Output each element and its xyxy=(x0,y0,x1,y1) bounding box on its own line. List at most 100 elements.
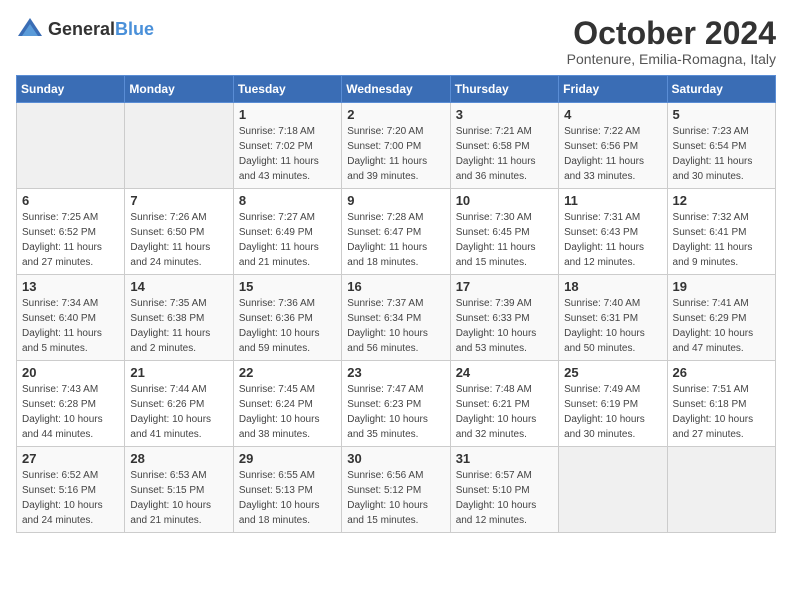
calendar-cell: 8 Sunrise: 7:27 AMSunset: 6:49 PMDaylight… xyxy=(233,189,341,275)
day-number: 11 xyxy=(564,193,661,208)
day-number: 2 xyxy=(347,107,444,122)
calendar-cell xyxy=(667,447,775,533)
day-info: Sunrise: 7:34 AMSunset: 6:40 PMDaylight:… xyxy=(22,296,119,356)
day-number: 26 xyxy=(673,365,770,380)
calendar-cell: 25 Sunrise: 7:49 AMSunset: 6:19 PMDayligh… xyxy=(559,361,667,447)
location-subtitle: Pontenure, Emilia-Romagna, Italy xyxy=(567,51,776,67)
day-of-week-header: Sunday xyxy=(17,76,125,103)
calendar-cell: 21 Sunrise: 7:44 AMSunset: 6:26 PMDayligh… xyxy=(125,361,233,447)
day-number: 31 xyxy=(456,451,553,466)
month-title: October 2024 xyxy=(567,16,776,51)
day-info: Sunrise: 7:30 AMSunset: 6:45 PMDaylight:… xyxy=(456,210,553,270)
day-info: Sunrise: 7:31 AMSunset: 6:43 PMDaylight:… xyxy=(564,210,661,270)
calendar-cell: 1 Sunrise: 7:18 AMSunset: 7:02 PMDaylight… xyxy=(233,103,341,189)
day-number: 18 xyxy=(564,279,661,294)
calendar-cell: 20 Sunrise: 7:43 AMSunset: 6:28 PMDayligh… xyxy=(17,361,125,447)
logo-general: General xyxy=(48,19,115,39)
calendar-cell: 28Sunrise: 6:53 AMSunset: 5:15 PMDayligh… xyxy=(125,447,233,533)
day-number: 7 xyxy=(130,193,227,208)
day-number: 20 xyxy=(22,365,119,380)
calendar-cell: 27Sunrise: 6:52 AMSunset: 5:16 PMDayligh… xyxy=(17,447,125,533)
calendar-cell: 10 Sunrise: 7:30 AMSunset: 6:45 PMDayligh… xyxy=(450,189,558,275)
day-info: Sunrise: 7:26 AMSunset: 6:50 PMDaylight:… xyxy=(130,210,227,270)
day-number: 8 xyxy=(239,193,336,208)
logo-blue: Blue xyxy=(115,19,154,39)
day-number: 22 xyxy=(239,365,336,380)
calendar-cell: 9Sunrise: 7:28 AMSunset: 6:47 PMDaylight… xyxy=(342,189,450,275)
day-of-week-header: Tuesday xyxy=(233,76,341,103)
day-info: Sunrise: 6:56 AMSunset: 5:12 PMDaylight:… xyxy=(347,468,444,528)
day-number: 12 xyxy=(673,193,770,208)
day-number: 3 xyxy=(456,107,553,122)
day-info: Sunrise: 7:21 AMSunset: 6:58 PMDaylight:… xyxy=(456,124,553,184)
day-number: 19 xyxy=(673,279,770,294)
calendar-cell: 18 Sunrise: 7:40 AMSunset: 6:31 PMDayligh… xyxy=(559,275,667,361)
day-number: 5 xyxy=(673,107,770,122)
calendar-cell: 26 Sunrise: 7:51 AMSunset: 6:18 PMDayligh… xyxy=(667,361,775,447)
day-number: 30 xyxy=(347,451,444,466)
day-info: Sunrise: 7:49 AMSunset: 6:19 PMDaylight:… xyxy=(564,382,661,442)
calendar-cell: 7 Sunrise: 7:26 AMSunset: 6:50 PMDaylight… xyxy=(125,189,233,275)
day-info: Sunrise: 7:43 AMSunset: 6:28 PMDaylight:… xyxy=(22,382,119,442)
day-number: 16 xyxy=(347,279,444,294)
calendar-body: 1 Sunrise: 7:18 AMSunset: 7:02 PMDaylight… xyxy=(17,103,776,533)
calendar-cell: 22 Sunrise: 7:45 AMSunset: 6:24 PMDayligh… xyxy=(233,361,341,447)
day-number: 1 xyxy=(239,107,336,122)
page-header: GeneralBlue October 2024 Pontenure, Emil… xyxy=(16,16,776,67)
calendar-cell: 2 Sunrise: 7:20 AMSunset: 7:00 PMDaylight… xyxy=(342,103,450,189)
calendar-cell xyxy=(559,447,667,533)
day-number: 21 xyxy=(130,365,227,380)
calendar-cell: 4 Sunrise: 7:22 AMSunset: 6:56 PMDaylight… xyxy=(559,103,667,189)
day-info: Sunrise: 7:40 AMSunset: 6:31 PMDaylight:… xyxy=(564,296,661,356)
day-number: 10 xyxy=(456,193,553,208)
day-info: Sunrise: 7:32 AMSunset: 6:41 PMDaylight:… xyxy=(673,210,770,270)
day-info: Sunrise: 7:18 AMSunset: 7:02 PMDaylight:… xyxy=(239,124,336,184)
calendar-week-row: 13 Sunrise: 7:34 AMSunset: 6:40 PMDayligh… xyxy=(17,275,776,361)
calendar-cell: 19Sunrise: 7:41 AMSunset: 6:29 PMDayligh… xyxy=(667,275,775,361)
calendar-week-row: 1 Sunrise: 7:18 AMSunset: 7:02 PMDaylight… xyxy=(17,103,776,189)
day-number: 14 xyxy=(130,279,227,294)
day-number: 23 xyxy=(347,365,444,380)
day-info: Sunrise: 7:35 AMSunset: 6:38 PMDaylight:… xyxy=(130,296,227,356)
day-of-week-header: Thursday xyxy=(450,76,558,103)
day-info: Sunrise: 7:27 AMSunset: 6:49 PMDaylight:… xyxy=(239,210,336,270)
logo: GeneralBlue xyxy=(16,16,154,44)
day-info: Sunrise: 6:52 AMSunset: 5:16 PMDaylight:… xyxy=(22,468,119,528)
calendar-cell xyxy=(125,103,233,189)
calendar-cell: 30 Sunrise: 6:56 AMSunset: 5:12 PMDayligh… xyxy=(342,447,450,533)
calendar-cell: 29 Sunrise: 6:55 AMSunset: 5:13 PMDayligh… xyxy=(233,447,341,533)
calendar-cell: 16 Sunrise: 7:37 AMSunset: 6:34 PMDayligh… xyxy=(342,275,450,361)
day-number: 13 xyxy=(22,279,119,294)
calendar-week-row: 27Sunrise: 6:52 AMSunset: 5:16 PMDayligh… xyxy=(17,447,776,533)
calendar-cell: 31 Sunrise: 6:57 AMSunset: 5:10 PMDayligh… xyxy=(450,447,558,533)
calendar-header-row: SundayMondayTuesdayWednesdayThursdayFrid… xyxy=(17,76,776,103)
day-number: 17 xyxy=(456,279,553,294)
calendar-cell: 24Sunrise: 7:48 AMSunset: 6:21 PMDayligh… xyxy=(450,361,558,447)
day-number: 4 xyxy=(564,107,661,122)
calendar-cell: 3 Sunrise: 7:21 AMSunset: 6:58 PMDaylight… xyxy=(450,103,558,189)
day-number: 25 xyxy=(564,365,661,380)
calendar-cell: 17 Sunrise: 7:39 AMSunset: 6:33 PMDayligh… xyxy=(450,275,558,361)
day-info: Sunrise: 7:39 AMSunset: 6:33 PMDaylight:… xyxy=(456,296,553,356)
day-info: Sunrise: 7:37 AMSunset: 6:34 PMDaylight:… xyxy=(347,296,444,356)
title-block: October 2024 Pontenure, Emilia-Romagna, … xyxy=(567,16,776,67)
day-number: 28 xyxy=(130,451,227,466)
day-number: 15 xyxy=(239,279,336,294)
day-info: Sunrise: 7:44 AMSunset: 6:26 PMDaylight:… xyxy=(130,382,227,442)
calendar-cell: 11 Sunrise: 7:31 AMSunset: 6:43 PMDayligh… xyxy=(559,189,667,275)
day-info: Sunrise: 7:45 AMSunset: 6:24 PMDaylight:… xyxy=(239,382,336,442)
day-info: Sunrise: 6:57 AMSunset: 5:10 PMDaylight:… xyxy=(456,468,553,528)
calendar-week-row: 20 Sunrise: 7:43 AMSunset: 6:28 PMDayligh… xyxy=(17,361,776,447)
day-info: Sunrise: 7:22 AMSunset: 6:56 PMDaylight:… xyxy=(564,124,661,184)
day-info: Sunrise: 7:20 AMSunset: 7:00 PMDaylight:… xyxy=(347,124,444,184)
calendar-week-row: 6Sunrise: 7:25 AMSunset: 6:52 PMDaylight… xyxy=(17,189,776,275)
day-number: 29 xyxy=(239,451,336,466)
day-info: Sunrise: 7:51 AMSunset: 6:18 PMDaylight:… xyxy=(673,382,770,442)
day-of-week-header: Monday xyxy=(125,76,233,103)
calendar-cell: 13 Sunrise: 7:34 AMSunset: 6:40 PMDayligh… xyxy=(17,275,125,361)
day-info: Sunrise: 7:23 AMSunset: 6:54 PMDaylight:… xyxy=(673,124,770,184)
calendar-cell: 15Sunrise: 7:36 AMSunset: 6:36 PMDayligh… xyxy=(233,275,341,361)
day-number: 6 xyxy=(22,193,119,208)
day-info: Sunrise: 6:55 AMSunset: 5:13 PMDaylight:… xyxy=(239,468,336,528)
day-number: 9 xyxy=(347,193,444,208)
